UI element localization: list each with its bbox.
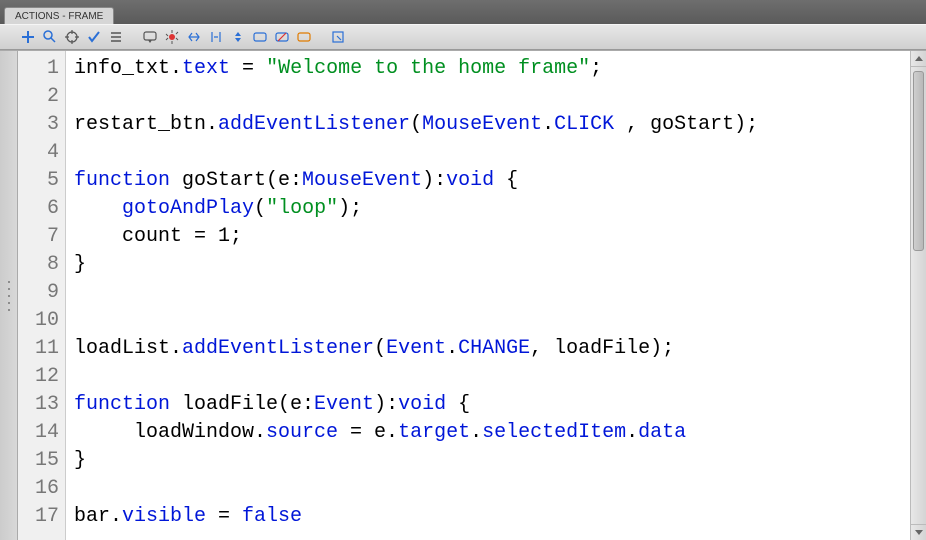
code-line[interactable]: } [74,251,926,279]
scroll-thumb[interactable] [913,71,924,251]
code-hint-icon[interactable] [142,29,158,45]
code-line[interactable]: bar.visible = false [74,503,926,531]
code-line[interactable] [74,139,926,167]
code-line[interactable]: loadWindow.source = e.target.selectedIte… [74,419,926,447]
collapse-brace-icon[interactable] [186,29,202,45]
scroll-up-arrow[interactable] [911,51,926,67]
line-number: 8 [18,251,65,279]
check-syntax-icon[interactable] [86,29,102,45]
line-number: 2 [18,83,65,111]
collapse-selection-icon[interactable] [208,29,224,45]
find-icon[interactable] [42,29,58,45]
expand-all-icon[interactable] [230,29,246,45]
code-line[interactable]: loadList.addEventListener(Event.CHANGE, … [74,335,926,363]
add-script-icon[interactable] [20,29,36,45]
panel-tab[interactable]: ACTIONS - FRAME [4,7,114,24]
code-editor[interactable]: 1234567891011121314151617 info_txt.text … [0,50,926,540]
code-line[interactable]: gotoAndPlay("loop"); [74,195,926,223]
code-line[interactable]: info_txt.text = "Welcome to the home fra… [74,55,926,83]
actions-panel: ACTIONS - FRAME 123456789101112131415161… [0,0,926,540]
comment-icon[interactable] [252,29,268,45]
debug-icon[interactable] [164,29,180,45]
toolbar [0,24,926,50]
line-number: 17 [18,503,65,531]
code-line[interactable]: } [74,447,926,475]
panel-collapse-handle[interactable] [0,51,18,540]
vertical-scrollbar[interactable] [910,51,926,540]
line-number: 3 [18,111,65,139]
code-line[interactable] [74,363,926,391]
line-number: 4 [18,139,65,167]
line-number: 5 [18,167,65,195]
flag-icon[interactable] [296,29,312,45]
scroll-down-arrow[interactable] [911,524,926,540]
line-number: 13 [18,391,65,419]
code-line[interactable] [74,279,926,307]
panel-titlebar: ACTIONS - FRAME [0,0,926,24]
line-number: 14 [18,419,65,447]
code-line[interactable]: function loadFile(e:Event):void { [74,391,926,419]
code-line[interactable] [74,475,926,503]
line-number: 7 [18,223,65,251]
line-number: 15 [18,447,65,475]
line-number: 12 [18,363,65,391]
line-number: 16 [18,475,65,503]
auto-format-icon[interactable] [108,29,124,45]
line-number-gutter: 1234567891011121314151617 [18,51,66,540]
code-line[interactable]: function goStart(e:MouseEvent):void { [74,167,926,195]
line-number: 10 [18,307,65,335]
line-number: 9 [18,279,65,307]
code-line[interactable] [74,307,926,335]
uncomment-icon[interactable] [274,29,290,45]
code-line[interactable] [74,83,926,111]
code-text[interactable]: info_txt.text = "Welcome to the home fra… [66,51,926,540]
code-line[interactable]: count = 1; [74,223,926,251]
line-number: 6 [18,195,65,223]
target-icon[interactable] [64,29,80,45]
line-number: 1 [18,55,65,83]
pin-script-icon[interactable] [330,29,346,45]
code-line[interactable]: restart_btn.addEventListener(MouseEvent.… [74,111,926,139]
line-number: 11 [18,335,65,363]
